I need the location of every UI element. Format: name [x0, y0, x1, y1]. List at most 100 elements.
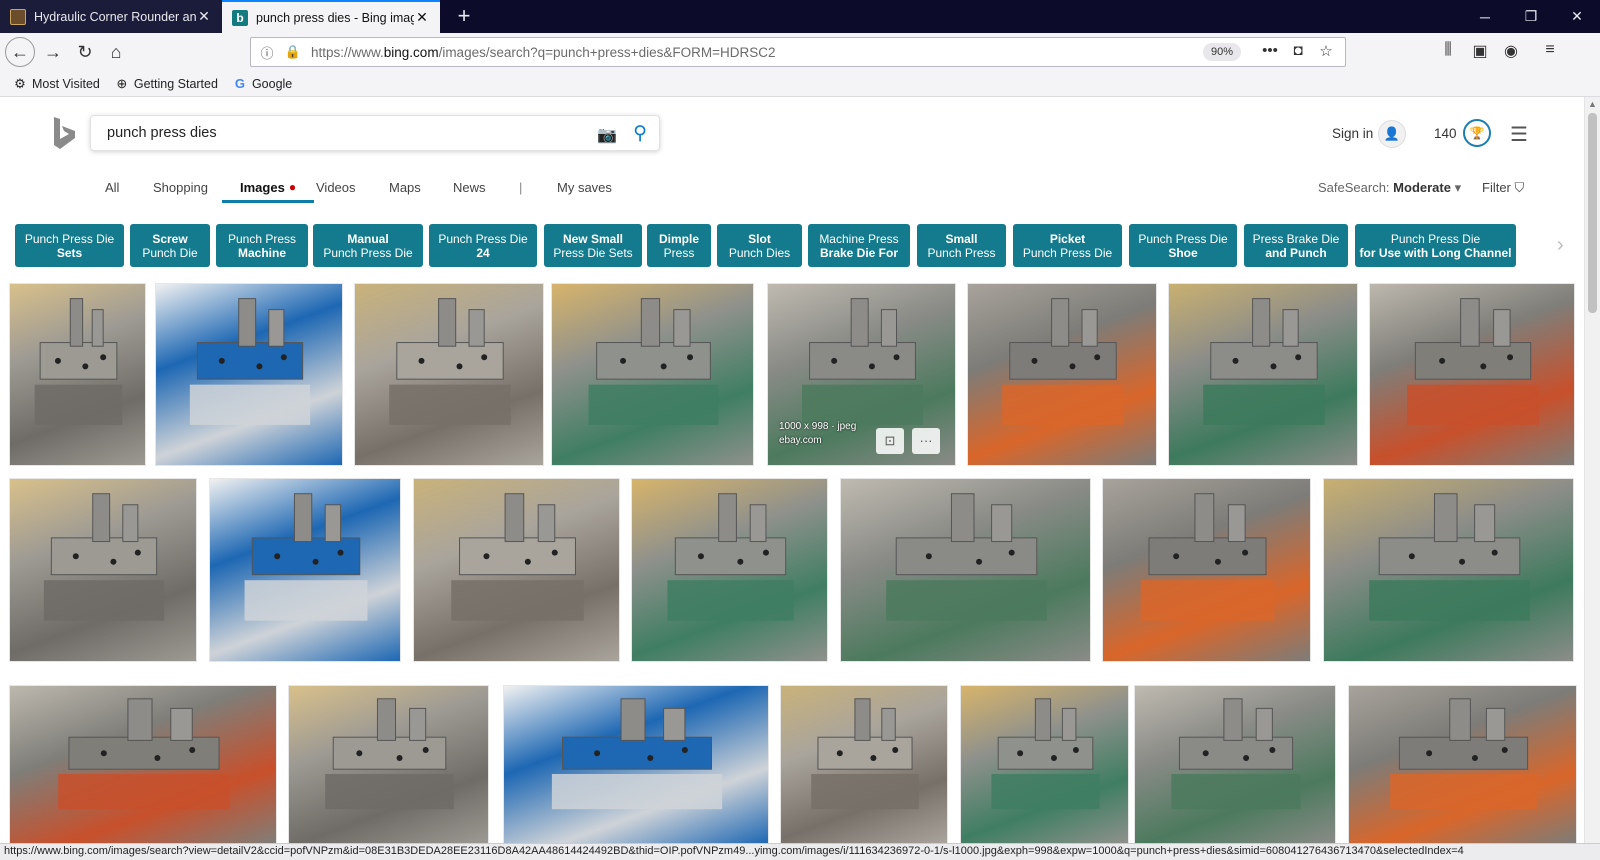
search-input[interactable] [107, 125, 587, 141]
bookmark-most-visited[interactable]: ⚙ Most Visited [12, 76, 100, 92]
scope-my-saves[interactable]: My saves [557, 180, 612, 195]
related-pill[interactable]: Dimple Press [647, 224, 711, 267]
image-result[interactable] [9, 283, 146, 466]
pill-line-2: Punch Press Die [1022, 245, 1113, 260]
maximize-icon[interactable]: ❐ [1508, 0, 1554, 33]
image-result[interactable] [1134, 685, 1336, 843]
pill-line-1: Punch Press Die [24, 231, 115, 246]
close-window-icon[interactable]: ✕ [1554, 0, 1600, 33]
related-pill[interactable]: Screw Punch Die [130, 224, 210, 267]
image-result[interactable] [967, 283, 1157, 466]
back-icon[interactable]: ← [5, 37, 35, 67]
image-result[interactable] [9, 478, 197, 662]
bookmark-star-icon[interactable]: ☆ [1313, 42, 1339, 60]
rewards-count[interactable]: 140 [1434, 126, 1457, 141]
image-result[interactable] [840, 478, 1091, 662]
image-result[interactable] [1369, 283, 1575, 466]
pill-line-1: Punch Press Die [438, 231, 528, 246]
bookmark-getting-started[interactable]: ⊕ Getting Started [114, 76, 218, 92]
image-result[interactable] [780, 685, 948, 843]
chevron-right-icon[interactable]: › [1557, 234, 1564, 257]
page-actions-icon[interactable]: ••• [1257, 42, 1283, 59]
related-pill[interactable]: Small Punch Press [917, 224, 1006, 267]
sign-in-link[interactable]: Sign in [1332, 126, 1373, 141]
related-pill[interactable]: Machine Press Brake Die For [808, 224, 910, 267]
scrollbar-thumb[interactable] [1588, 113, 1597, 313]
rewards-trophy-icon[interactable]: 🏆 [1463, 119, 1491, 147]
globe-icon: ⊕ [116, 75, 128, 91]
library-icon[interactable]: ⫼ [1436, 41, 1460, 59]
related-pill[interactable]: Punch Press Die 24 [429, 224, 537, 267]
related-pill[interactable]: Punch Press Die Sets [15, 224, 124, 267]
image-result[interactable] [9, 685, 277, 843]
minimize-icon[interactable]: ─ [1462, 0, 1508, 33]
sidebar-icon[interactable]: ▣ [1468, 41, 1492, 61]
image-result[interactable] [1102, 478, 1311, 662]
image-result[interactable] [1348, 685, 1577, 843]
close-tab-icon[interactable]: ✕ [196, 8, 212, 25]
hamburger-menu-icon[interactable]: ☰ [1510, 122, 1528, 147]
related-pill[interactable]: Punch Press Machine [216, 224, 308, 267]
url-bar[interactable]: ⓘ 🔒 https://www.bing.com/images/search?q… [250, 37, 1346, 67]
image-result[interactable] [1323, 478, 1574, 662]
die-set-photo [189, 298, 311, 425]
forward-icon[interactable]: → [38, 37, 68, 67]
related-pill[interactable]: Manual Punch Press Die [313, 224, 423, 267]
new-tab-icon[interactable]: + [452, 5, 476, 29]
bookmark-google[interactable]: G Google [232, 76, 292, 91]
image-source[interactable]: ebay.com [779, 434, 856, 448]
url-text[interactable]: https://www.bing.com/images/search?q=pun… [311, 45, 775, 60]
die-set-photo [991, 698, 1100, 810]
image-result[interactable] [209, 478, 401, 662]
close-tab-icon[interactable]: ✕ [414, 9, 430, 26]
home-icon[interactable]: ⌂ [101, 37, 131, 67]
image-result[interactable] [155, 283, 343, 466]
pocket-icon[interactable]: ◘ [1285, 42, 1311, 59]
image-result[interactable] [631, 478, 828, 662]
related-pill[interactable]: Picket Punch Press Die [1013, 224, 1122, 267]
avatar-icon[interactable]: 👤 [1378, 120, 1406, 148]
info-icon[interactable]: ⓘ [257, 43, 277, 62]
bing-logo-icon[interactable] [52, 116, 78, 150]
visual-search-icon[interactable]: ⊡ [876, 428, 904, 454]
tab-hydraulic-corner-rounder[interactable]: Hydraulic Corner Rounder and ✕ [0, 0, 222, 33]
safesearch-dropdown[interactable]: SafeSearch: Moderate ▾ [1318, 180, 1461, 196]
scope-separator: | [519, 180, 523, 195]
image-result[interactable] [288, 685, 489, 843]
scope-videos[interactable]: Videos [316, 180, 356, 195]
camera-icon[interactable]: 📷 [597, 125, 617, 145]
filter-button[interactable]: Filter ⛉ [1482, 180, 1524, 196]
reload-icon[interactable]: ↻ [70, 37, 100, 67]
image-result[interactable] [354, 283, 544, 466]
account-icon[interactable]: ◉ [1499, 41, 1523, 61]
image-hover-overlay[interactable]: 1000 x 998 · jpeg ebay.com ⊡ ··· [767, 283, 956, 466]
scope-news[interactable]: News [453, 180, 486, 195]
die-set-photo [551, 698, 723, 810]
scroll-up-icon[interactable]: ▲ [1588, 99, 1597, 109]
scope-images[interactable]: Images ● [222, 180, 315, 203]
related-pill[interactable]: Punch Press Die for Use with Long Channe… [1355, 224, 1516, 267]
zoom-level-badge[interactable]: 90% [1202, 43, 1241, 61]
tab-title: Hydraulic Corner Rounder and [34, 9, 196, 24]
image-result[interactable] [503, 685, 769, 843]
die-set-photo [667, 493, 794, 621]
pill-line-1: Picket [1049, 231, 1086, 246]
scope-shopping[interactable]: Shopping [153, 180, 208, 195]
scope-all[interactable]: All [105, 180, 119, 195]
image-result[interactable] [551, 283, 754, 466]
related-pill[interactable]: New Small Press Die Sets [544, 224, 642, 267]
scope-maps[interactable]: Maps [389, 180, 421, 195]
image-result[interactable] [413, 478, 620, 662]
image-result[interactable] [960, 685, 1129, 843]
pill-line-1: Punch Press [227, 231, 297, 246]
search-icon[interactable]: ⚲ [633, 122, 647, 145]
image-result[interactable] [1168, 283, 1358, 466]
menu-icon[interactable]: ≡ [1538, 41, 1562, 59]
more-options-icon[interactable]: ··· [912, 428, 940, 454]
related-pill[interactable]: Press Brake Die and Punch [1244, 224, 1348, 267]
status-bar: https://www.bing.com/images/search?view=… [0, 843, 1600, 860]
tab-bing-images[interactable]: b punch press dies - Bing images ✕ [222, 0, 440, 33]
related-pill[interactable]: Punch Press Die Shoe [1129, 224, 1237, 267]
related-pill[interactable]: Slot Punch Dies [717, 224, 802, 267]
vertical-scrollbar[interactable]: ▲ [1584, 97, 1600, 843]
